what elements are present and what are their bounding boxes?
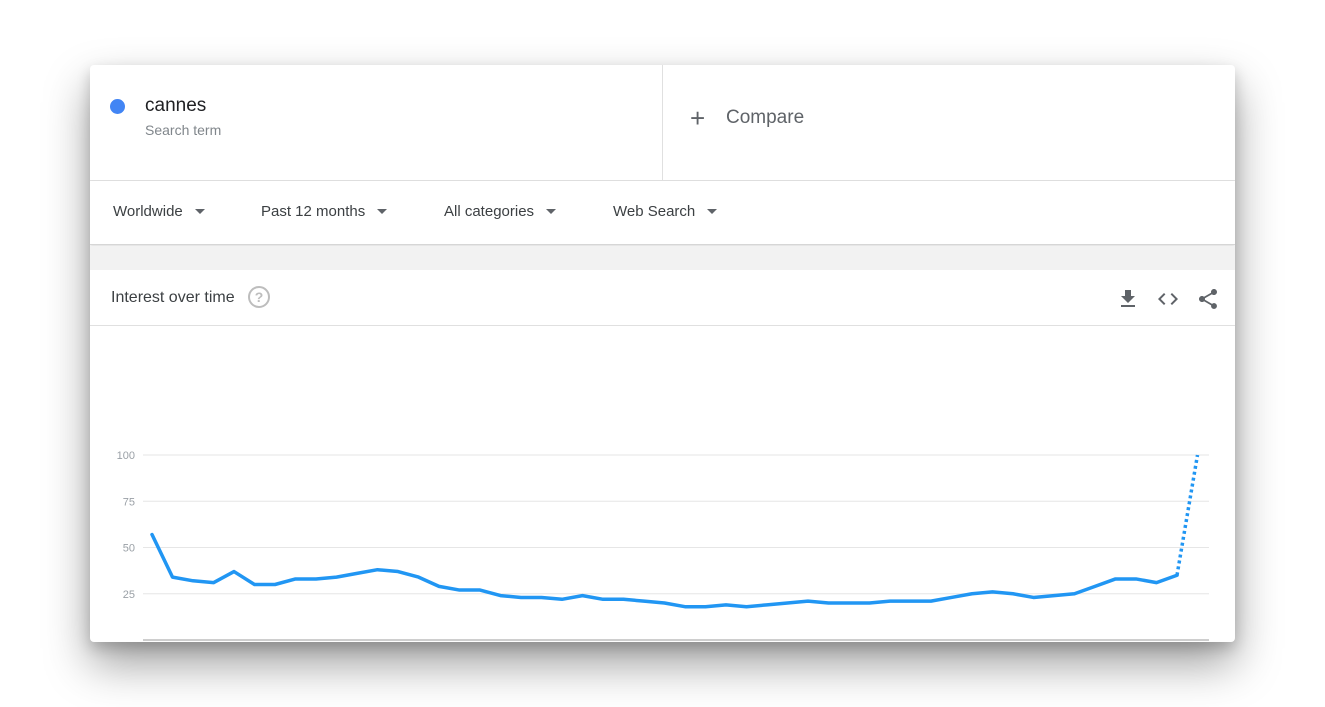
download-icon[interactable] xyxy=(1116,287,1140,311)
help-icon[interactable]: ? xyxy=(248,286,270,308)
category-label: All categories xyxy=(444,203,535,220)
search-type-label: Web Search xyxy=(613,203,696,220)
time-range-label: Past 12 months xyxy=(261,203,366,220)
search-type-dropdown[interactable]: Web Search xyxy=(613,203,718,220)
search-term-box[interactable]: cannes Search term xyxy=(90,65,663,180)
interest-over-time-chart: 25507510020 May 20189 Sep 201830 Dec 201… xyxy=(117,450,1209,641)
compare-label: Compare xyxy=(726,107,805,128)
region-dropdown[interactable]: Worldwide xyxy=(113,203,205,220)
caret-down-icon xyxy=(377,209,388,214)
section-divider xyxy=(90,246,1235,270)
term-color-dot xyxy=(110,99,125,114)
caret-down-icon xyxy=(707,209,718,214)
series-line-partial xyxy=(1175,454,1200,576)
compare-button[interactable]: + Compare xyxy=(690,105,804,131)
search-term-type: Search term xyxy=(145,122,222,138)
y-tick-label: 25 xyxy=(123,589,135,601)
embed-icon[interactable] xyxy=(1156,287,1180,311)
y-tick-label: 100 xyxy=(117,450,135,462)
interest-over-time-header: Interest over time ? xyxy=(90,270,1235,326)
search-term-name[interactable]: cannes xyxy=(145,95,206,117)
caret-down-icon xyxy=(546,209,557,214)
series-line xyxy=(150,532,1179,609)
plus-icon: + xyxy=(690,103,706,133)
panel-title: Interest over time xyxy=(111,289,235,306)
region-label: Worldwide xyxy=(113,203,183,220)
category-dropdown[interactable]: All categories xyxy=(444,203,557,220)
time-range-dropdown[interactable]: Past 12 months xyxy=(261,203,388,220)
trends-card: cannes Search term + Compare Worldwide P… xyxy=(90,65,1235,642)
y-tick-label: 75 xyxy=(123,496,135,508)
caret-down-icon xyxy=(194,209,205,214)
search-term-row: cannes Search term + Compare xyxy=(90,65,1235,181)
filter-bar: Worldwide Past 12 months All categories … xyxy=(90,181,1235,245)
y-tick-label: 50 xyxy=(123,543,135,555)
share-icon[interactable] xyxy=(1196,287,1220,311)
